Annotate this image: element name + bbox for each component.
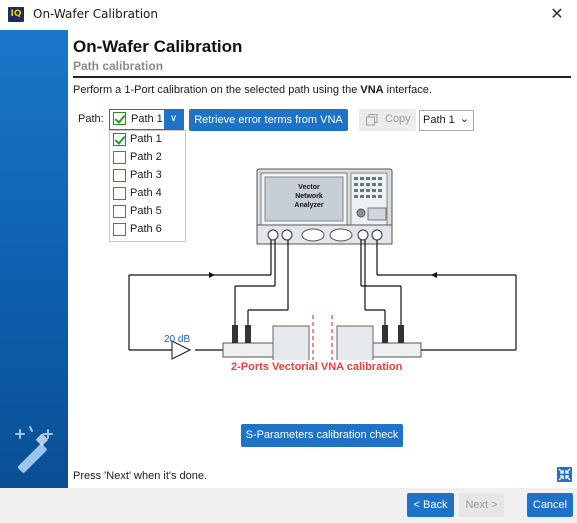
copy-icon: [366, 114, 378, 126]
wizard-sidebar: [0, 30, 68, 488]
app-logo-icon: IQ: [8, 7, 24, 22]
path-label: Path:: [78, 113, 104, 125]
page-subtitle: Path calibration: [73, 59, 164, 73]
page-title: On-Wafer Calibration: [73, 37, 243, 56]
chevron-down-icon[interactable]: ∨: [164, 110, 183, 129]
amplifier-gain-label: 20 dB: [164, 334, 191, 345]
next-button[interactable]: Next >: [459, 493, 504, 517]
vna-label-line1: Vector: [298, 184, 320, 191]
path-option-1[interactable]: Path 1: [110, 131, 185, 149]
title-bar: IQ On-Wafer Calibration ✕: [0, 0, 577, 30]
back-button[interactable]: < Back: [407, 493, 454, 517]
copy-path-value: Path 1: [423, 114, 455, 126]
probe-right: [336, 325, 374, 360]
calibration-caption: 2-Ports Vectorial VNA calibration: [231, 361, 403, 373]
instruction-vna: VNA: [360, 84, 384, 96]
main-content: On-Wafer Calibration Path calibration Pe…: [68, 30, 577, 488]
magic-wand-icon: [15, 426, 53, 473]
instruction-text: Perform a 1-Port calibration on the sele…: [73, 84, 432, 96]
path-option-label: Path 1: [130, 133, 162, 145]
arrow-icon: [209, 272, 215, 278]
chevron-down-icon: ⌄: [459, 113, 469, 125]
calibration-plane: [312, 315, 333, 360]
path-combobox[interactable]: Path 1 ∨: [109, 109, 184, 130]
status-text: Press 'Next' when it's done.: [73, 470, 208, 482]
arrow-icon: [431, 272, 437, 278]
retrieve-error-terms-button[interactable]: Retrieve error terms from VNA: [189, 109, 348, 131]
cancel-button[interactable]: Cancel: [527, 493, 573, 517]
path-option-checkbox[interactable]: [113, 133, 126, 146]
copy-label: Copy: [385, 113, 411, 125]
probe-left: [272, 325, 310, 360]
path-combo-value: Path 1: [131, 113, 163, 125]
instruction-suffix: interface.: [383, 84, 432, 96]
copy-button[interactable]: Copy: [359, 109, 416, 131]
connectors: [232, 325, 404, 343]
collapse-icon[interactable]: [557, 467, 572, 482]
copy-path-select[interactable]: Path 1 ⌄: [419, 110, 474, 131]
coupler-right: [372, 342, 422, 358]
coupler-left: [222, 342, 274, 358]
window-title: On-Wafer Calibration: [33, 7, 158, 21]
instruction-prefix: Perform a 1-Port calibration on the sele…: [73, 84, 361, 96]
close-icon[interactable]: ✕: [545, 3, 569, 25]
vna-label-line3: Analyzer: [294, 202, 324, 209]
footer-bar: < Back Next > Cancel: [0, 488, 577, 523]
vna-label-line2: Network: [295, 193, 323, 200]
path-combo-checkbox[interactable]: [113, 112, 126, 125]
sparam-check-button[interactable]: S-Parameters calibration check: [241, 424, 403, 447]
title-divider: [73, 76, 571, 78]
